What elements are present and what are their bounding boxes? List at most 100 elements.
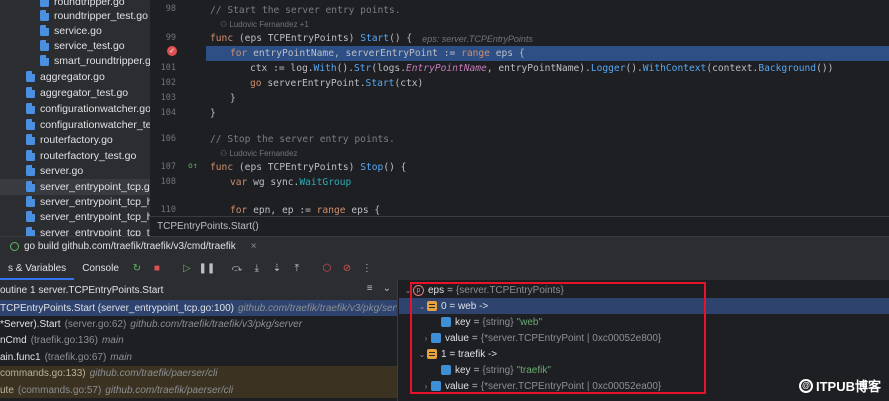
author-hint[interactable]: ⚇ Ludovic Fernandez (220, 148, 889, 159)
tree-item-label: routerfactory_test.go (40, 149, 137, 162)
author-hint[interactable]: ⚇ Ludovic Fernandez +1 (220, 19, 889, 30)
pause-icon[interactable]: ❚❚ (199, 260, 216, 276)
stack-frame[interactable]: nCmd (traefik.go:136) main (0, 333, 397, 349)
tree-item-file[interactable]: service_test.go (0, 38, 150, 54)
variable-row[interactable]: › value = {*server.TCPEntryPoint | 0xc00052… (399, 330, 889, 346)
author-icon: ⚇ (220, 20, 230, 29)
tree-item-file[interactable]: routerfactory_test.go (0, 148, 150, 164)
debug-session-tab[interactable]: go build github.com/traefik/traefik/v3/c… (10, 241, 257, 252)
field-icon (431, 381, 441, 391)
tab-console[interactable]: Console (74, 256, 127, 280)
go-file-icon (26, 181, 35, 193)
goroutine-selector[interactable]: outine 1 server.TCPEntryPoints.Start ≡ ⌄ (0, 280, 397, 300)
variable-name: 0 = web -> (441, 300, 489, 312)
tree-item-file[interactable]: server_entrypoint_tcp.go (0, 179, 150, 195)
close-icon[interactable]: × (251, 241, 257, 252)
variable-string-value: "traefik" (516, 364, 551, 376)
frame-function: commands.go:133) (0, 368, 86, 380)
frame-location: (commands.go:57) (17, 384, 102, 396)
frame-package: main (101, 335, 124, 347)
go-file-icon (26, 165, 35, 177)
line-number: 103 (160, 93, 176, 103)
tree-item-label: server.go (40, 164, 84, 177)
code-line: // Stop the server entry points. (210, 134, 395, 145)
line-number: 107 (160, 162, 176, 172)
tree-item-file[interactable]: aggregator_test.go (0, 85, 150, 101)
parameter-icon: p (413, 284, 424, 296)
list-icon[interactable]: ≡ (367, 283, 373, 294)
tree-item-label: server_entrypoint_tcp_htt (40, 210, 150, 223)
resume-icon[interactable]: ▷ (179, 260, 195, 276)
variable-row[interactable]: ⌄ 1 = traefik -> (399, 346, 889, 362)
debug-run-icon (10, 242, 19, 251)
more-icon[interactable]: ⋮ (359, 260, 375, 276)
line-number: 102 (160, 78, 176, 88)
variable-row[interactable]: key = {string} "web" (399, 314, 889, 330)
chevron-right-icon[interactable]: › (421, 334, 431, 343)
debug-tool-window-header: go build github.com/traefik/traefik/v3/c… (0, 236, 889, 256)
editor-gutter[interactable]: 98 99 101 102 103 104 106 107 108 110 ✓ … (150, 0, 206, 216)
tree-item-file[interactable]: server_entrypoint_tcp_htt (0, 194, 150, 210)
frame-package: github.com/traefik/traefik/v3/pkg/server (130, 319, 303, 331)
view-breakpoints-icon[interactable]: ⬡ (319, 260, 335, 276)
frame-package: main (110, 351, 132, 363)
go-file-icon (26, 196, 35, 208)
tree-item-file[interactable]: routerfactory.go (0, 132, 150, 148)
breadcrumb-scope[interactable]: TCPEntryPoints.Start() (150, 216, 889, 236)
tree-item-file[interactable]: smart_roundtripper.go (0, 53, 150, 69)
tree-item-file[interactable]: server_entrypoint_tcp_tes (0, 225, 150, 236)
stack-frame[interactable]: ute (commands.go:57) github.com/traefik/pa… (0, 381, 397, 399)
stop-icon[interactable]: ■ (149, 260, 165, 276)
breakpoint-icon[interactable]: ✓ (167, 46, 177, 56)
code-editor[interactable]: // Start the server entry points. ⚇ Ludo… (206, 0, 889, 216)
chevron-down-icon[interactable]: ⌄ (417, 302, 427, 311)
tree-item-file[interactable]: server_entrypoint_tcp_htt (0, 209, 150, 225)
tree-item-file[interactable]: server.go (0, 163, 150, 179)
variable-row[interactable]: ⌄ 0 = web -> (399, 298, 889, 314)
step-into-icon[interactable]: ⤓ (249, 260, 265, 276)
tree-item-label: smart_roundtripper.go (54, 54, 150, 67)
chevron-right-icon[interactable]: › (421, 382, 431, 391)
stack-frame[interactable]: commands.go:133) github.com/traefik/paers… (0, 365, 397, 382)
step-out-icon[interactable]: ⤒ (289, 260, 305, 276)
project-file-tree[interactable]: roundtripper.go roundtripper_test.go servi… (0, 0, 150, 236)
code-line: func (eps TCPEntryPoints) Stop() { (210, 162, 407, 173)
rerun-icon[interactable]: ↻ (129, 260, 145, 276)
variable-row[interactable]: ⌄ p eps = {server.TCPEntryPoints} (399, 282, 889, 298)
go-file-icon (40, 25, 49, 37)
tree-item-label: aggregator_test.go (40, 86, 129, 99)
frame-function: *Server).Start (0, 319, 61, 331)
chevron-down-icon[interactable]: ⌄ (383, 283, 391, 294)
tree-item-file[interactable]: configurationwatcher.go (0, 101, 150, 117)
stack-frame[interactable]: *Server).Start (server.go:62) github.com/t… (0, 316, 397, 332)
line-number: 99 (165, 33, 176, 43)
go-file-icon (26, 103, 35, 115)
code-line: // Start the server entry points. (210, 5, 401, 16)
mute-breakpoints-icon[interactable]: ⊘ (339, 260, 355, 276)
inlay-hint: eps: server.TCPEntryPoints (422, 33, 533, 44)
go-file-icon (26, 71, 35, 83)
stack-frame[interactable]: TCPEntryPoints.Start (server_entrypoint_… (0, 300, 397, 317)
line-number: 108 (160, 177, 176, 187)
tree-item-label: routerfactory.go (40, 133, 113, 146)
chevron-down-icon[interactable]: ⌄ (417, 350, 427, 359)
frame-package: github.com/traefik/paerser/cli (105, 384, 234, 396)
go-file-icon (26, 211, 35, 223)
implementation-icon[interactable]: o↑ (188, 161, 198, 170)
tab-threads-variables[interactable]: s & Variables (0, 256, 75, 280)
tree-item-label: aggregator.go (40, 70, 105, 83)
tree-item-label: configurationwatcher_tes (40, 118, 150, 131)
frames-panel: outine 1 server.TCPEntryPoints.Start ≡ ⌄… (0, 280, 398, 401)
step-into-my-code-icon[interactable]: ⇣ (269, 260, 285, 276)
chevron-down-icon[interactable]: ⌄ (403, 286, 413, 295)
tree-item-file[interactable]: service.go (0, 23, 150, 39)
tree-item-file[interactable]: roundtripper_test.go (0, 8, 150, 24)
tree-item-file[interactable]: configurationwatcher_tes (0, 117, 150, 133)
equals-sign: = (473, 316, 480, 328)
stack-frame[interactable]: ain.func1 (traefik.go:67) main (0, 349, 397, 365)
go-file-icon (26, 150, 35, 162)
variable-string-value: "web" (516, 316, 542, 328)
step-over-icon[interactable]: ⤼ (229, 260, 245, 276)
tree-item-file[interactable]: aggregator.go (0, 69, 150, 85)
frame-package: github.com/traefik/paerser/cli (89, 368, 218, 380)
